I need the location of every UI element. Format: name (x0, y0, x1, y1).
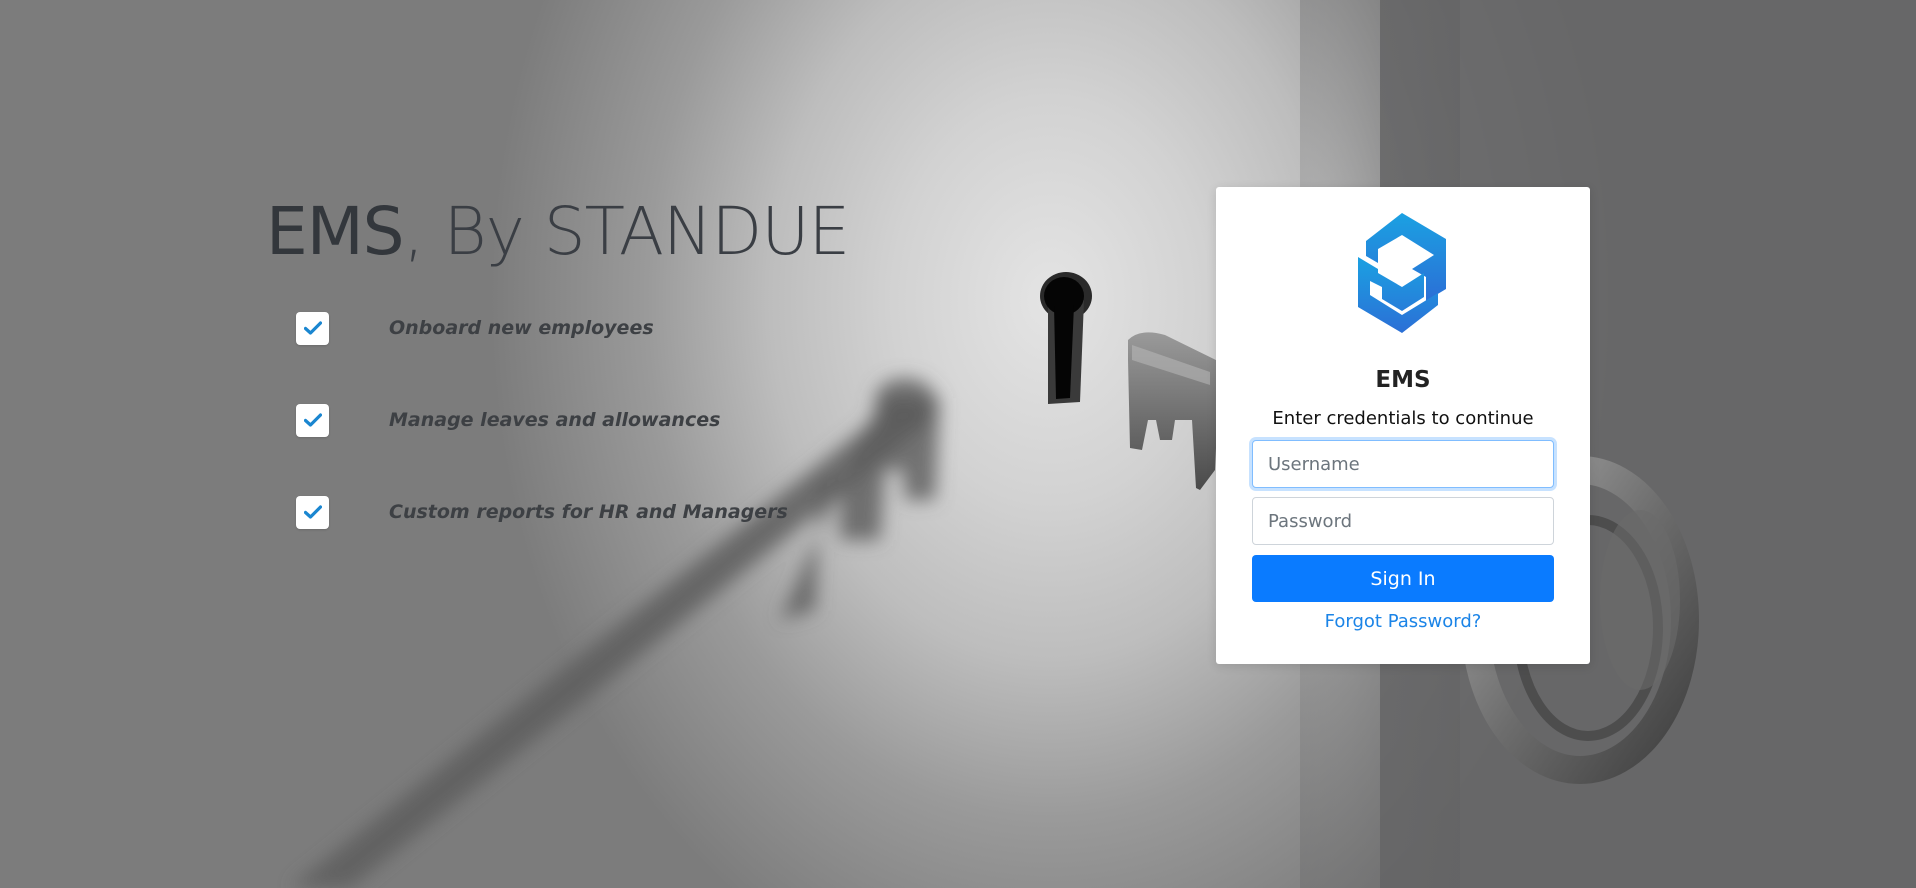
feature-item: Manage leaves and allowances (296, 403, 788, 437)
hero-tagline: , By STANDUE (403, 193, 851, 270)
feature-list: Onboard new employees Manage leaves and … (296, 311, 788, 587)
hero-brand: EMS (266, 193, 405, 270)
username-input[interactable] (1252, 440, 1554, 488)
login-subtitle: Enter credentials to continue (1272, 408, 1534, 429)
checkmark-icon (296, 403, 329, 437)
login-page: EMS, By STANDUE Onboard new employees Ma… (0, 0, 1916, 888)
feature-item: Custom reports for HR and Managers (296, 495, 788, 529)
login-card: EMS Enter credentials to continue Sign I… (1216, 187, 1590, 664)
feature-label: Manage leaves and allowances (389, 409, 721, 431)
hero-title: EMS, By STANDUE (266, 186, 851, 278)
checkmark-icon (296, 311, 329, 345)
hero-section: EMS, By STANDUE (266, 186, 851, 278)
login-title: EMS (1375, 367, 1431, 393)
checkmark-icon (296, 495, 329, 529)
forgot-password-link[interactable]: Forgot Password? (1216, 611, 1590, 632)
sign-in-button[interactable]: Sign In (1252, 555, 1554, 602)
password-input[interactable] (1252, 497, 1554, 545)
feature-item: Onboard new employees (296, 311, 788, 345)
standue-logo-icon (1354, 211, 1450, 340)
feature-label: Custom reports for HR and Managers (389, 501, 788, 523)
key-background-illustration (290, 0, 1916, 888)
keyhole-icon (1040, 272, 1092, 404)
feature-label: Onboard new employees (389, 317, 654, 339)
